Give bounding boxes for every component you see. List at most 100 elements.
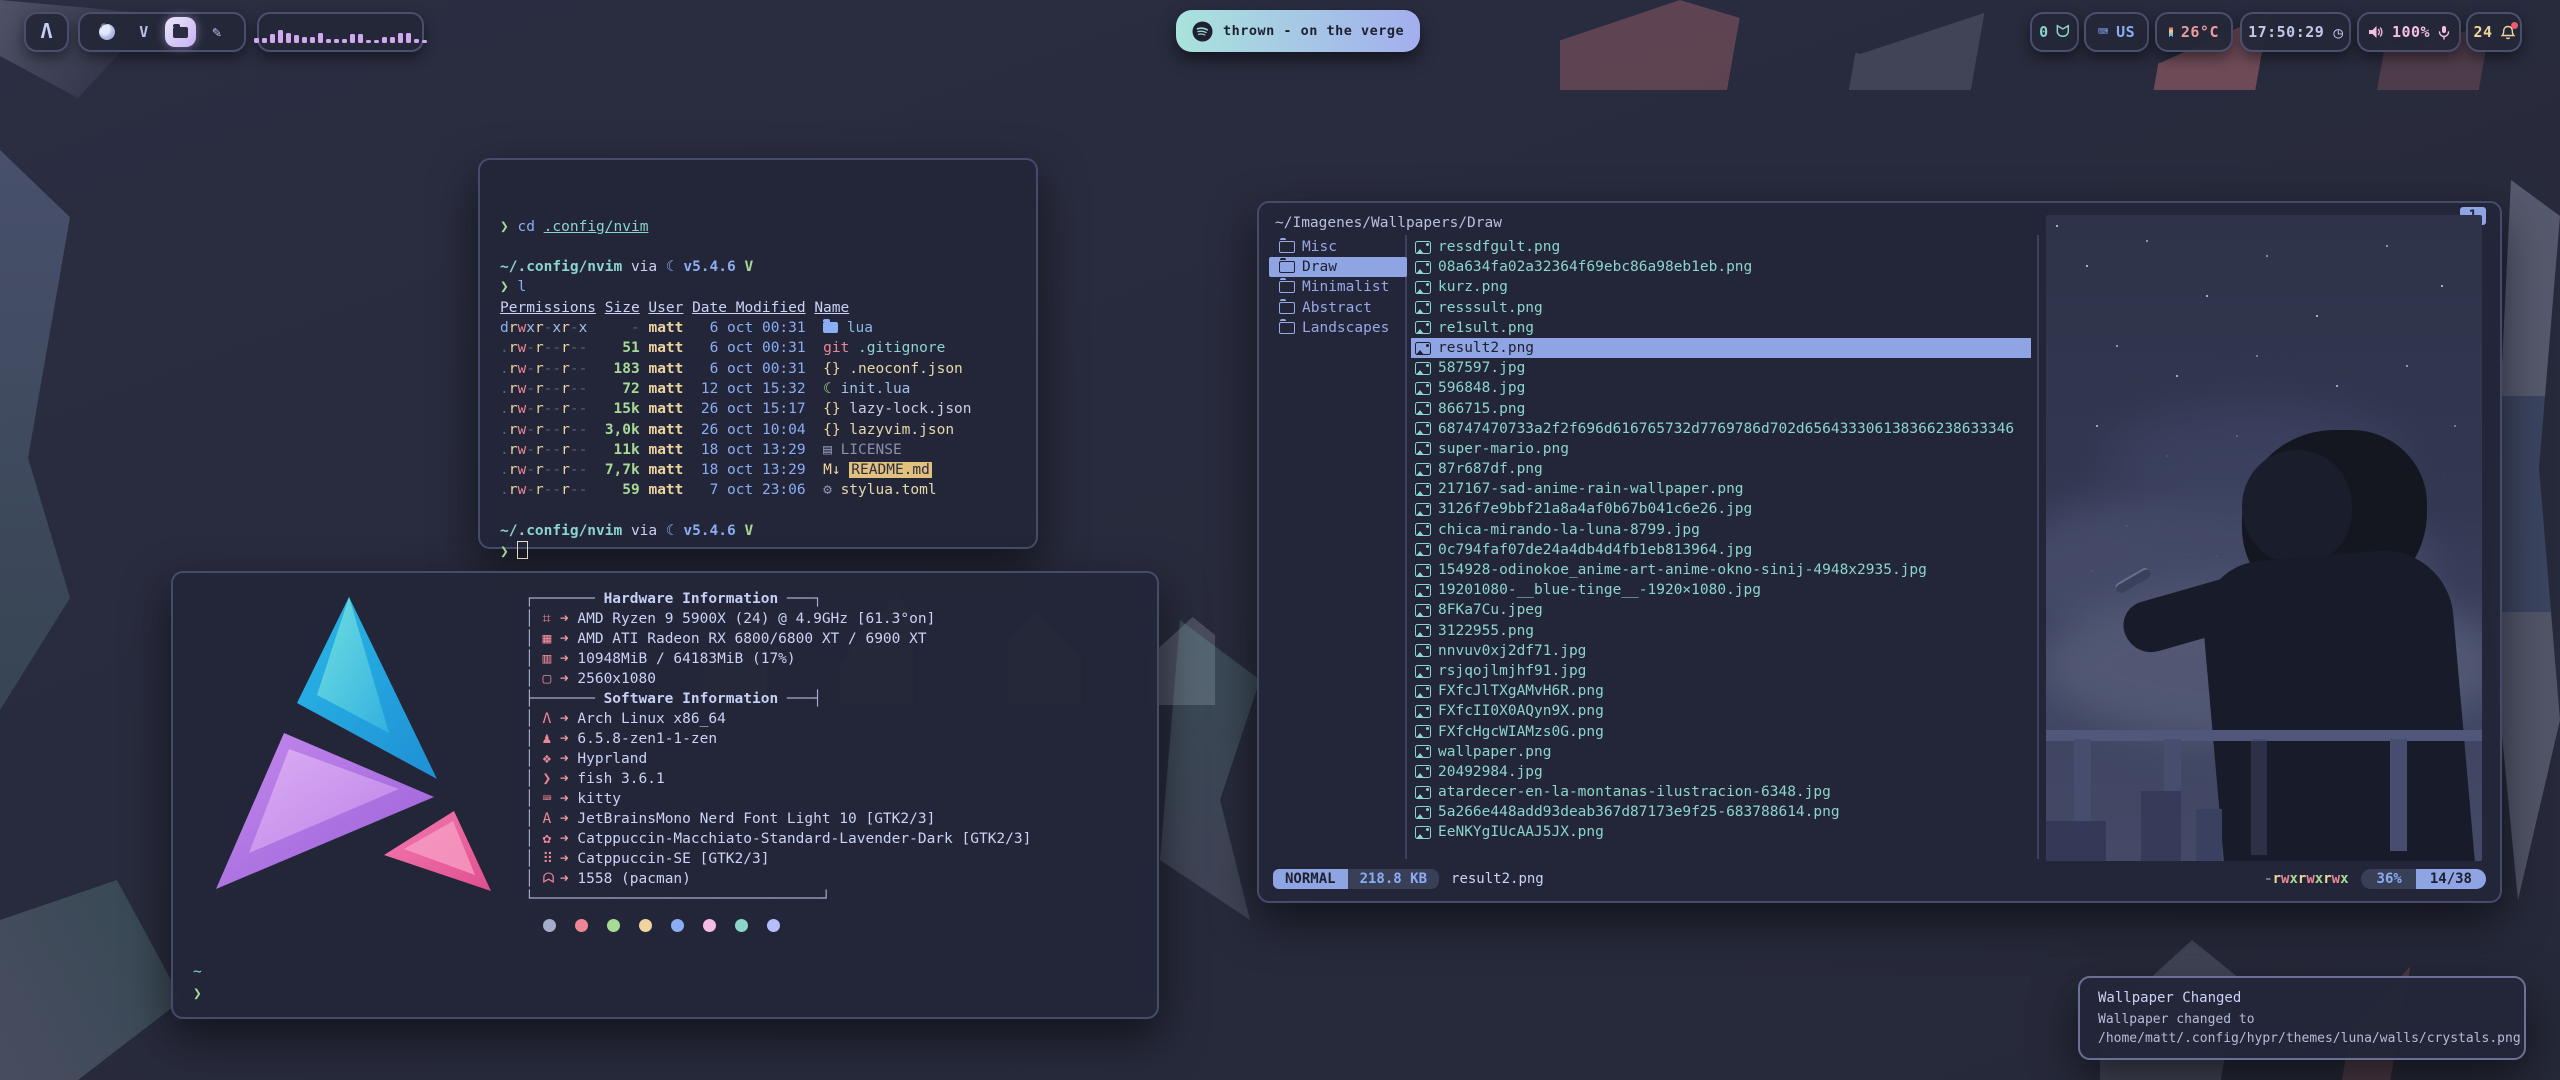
file-row[interactable]: 20492984.jpg (1411, 762, 2031, 782)
terminal-file-row[interactable]: .rw-r--r-- 183 matt 6 oct 00:31 {} .neoc… (500, 359, 1016, 379)
terminal-file-row[interactable]: .rw-r--r-- 15k matt 26 oct 15:17 {} lazy… (500, 399, 1016, 419)
fetch-info-row: │ ♟➜ 6.5.8-zen1-1-zen (525, 729, 1031, 749)
workspace-vim[interactable]: V (129, 17, 160, 47)
workspace-firefox[interactable] (92, 17, 123, 47)
octocat-icon: ᗢ (2056, 22, 2070, 42)
terminal-window[interactable]: ❯ cd .config/nvim~/.config/nvim via ☾ v5… (478, 158, 1038, 549)
fetch-info-row: │ ▢➜ 2560x1080 (525, 669, 1031, 689)
now-playing-pill[interactable]: thrown - on the verge (1176, 10, 1420, 52)
weather-module[interactable]: 26°C (2155, 12, 2233, 52)
file-name: init.lua (841, 381, 911, 397)
file-row[interactable]: super-mario.png (1411, 439, 2031, 459)
file-name: FXfcHgcWIAMzs0G.png (1438, 722, 1604, 742)
statusbar-permissions: -rwxrwxrwx (2264, 871, 2348, 887)
file-row[interactable]: result2.png (1411, 338, 2031, 358)
terminal-file-row[interactable]: drwxr-xr-x - matt 6 oct 00:31 lua (500, 318, 1016, 338)
viz-bar (294, 35, 300, 43)
workspace-brush[interactable]: ✎ (202, 17, 233, 47)
color-dot (575, 919, 588, 932)
file-row[interactable]: rsjqojlmjhf91.jpg (1411, 661, 2031, 681)
icons-icon: ⠿ (542, 849, 559, 869)
folder-open-icon (1279, 281, 1295, 293)
braces-icon: {} (823, 422, 840, 438)
viz-bar (350, 34, 356, 43)
viz-bar (334, 39, 340, 43)
sidebar-item-landscapes[interactable]: Landscapes (1269, 318, 1407, 338)
fetch-info-row: │ ❯➜ fish 3.6.1 (525, 769, 1031, 789)
railing-post (2390, 739, 2407, 851)
sidebar-item-abstract[interactable]: Abstract (1269, 298, 1407, 318)
viz-bar (254, 38, 260, 43)
terminal-file-row[interactable]: .rw-r--r-- 3,0k matt 26 oct 10:04 {} laz… (500, 420, 1016, 440)
building (2196, 809, 2222, 861)
file-name: FXfcJlTXgAMvH6R.png (1438, 681, 1604, 701)
viz-bar (302, 37, 308, 43)
github-module[interactable]: 0 ᗢ (2030, 12, 2079, 52)
terminal-file-row[interactable]: .rw-r--r-- 7,7k matt 18 oct 13:29 M↓ REA… (500, 460, 1016, 480)
file-row[interactable]: FXfcHgcWIAMzs0G.png (1411, 722, 2031, 742)
file-row[interactable]: ressdfgult.png (1411, 237, 2031, 257)
fetch-info-row: │ ❖➜ Hyprland (525, 749, 1031, 769)
workspace-folder[interactable] (165, 17, 196, 47)
file-name: 5a266e448add93deab367d87173e9f25-6837886… (1438, 802, 1840, 822)
terminal-prompt-line: ~/.config/nvim via ☾ v5.4.6 V (500, 257, 1016, 277)
launcher-button[interactable]: Λ (24, 12, 69, 52)
gpu-icon: ▦ (542, 629, 559, 649)
file-row[interactable]: EeNKYgIUcAAJ5JX.png (1411, 822, 2031, 842)
color-dot (735, 919, 748, 932)
file-row[interactable]: kurz.png (1411, 277, 2031, 297)
file-row[interactable]: 5a266e448add93deab367d87173e9f25-6837886… (1411, 802, 2031, 822)
file-row[interactable]: nnvuv0xj2df71.jpg (1411, 641, 2031, 661)
file-name: 20492984.jpg (1438, 762, 1543, 782)
notification-title: Wallpaper Changed (2098, 990, 2506, 1006)
file-row[interactable]: 87r687df.png (1411, 459, 2031, 479)
file-row[interactable]: FXfcII0X0AQyn9X.png (1411, 701, 2031, 721)
sidebar-item-minimalist[interactable]: Minimalist (1269, 277, 1407, 297)
file-row[interactable]: 217167-sad-anime-rain-wallpaper.png (1411, 479, 2031, 499)
file-row[interactable]: wallpaper.png (1411, 742, 2031, 762)
keyboard-layout-module[interactable]: ⌨ US (2084, 12, 2149, 52)
file-name: 596848.jpg (1438, 378, 1525, 398)
fetch-window[interactable]: ┌─────── Hardware Information ───┐│ ⌗➜ A… (171, 571, 1159, 1019)
wm-icon: ❖ (542, 749, 559, 769)
file-row[interactable]: chica-mirando-la-luna-8799.jpg (1411, 520, 2031, 540)
terminal-file-row[interactable]: .rw-r--r-- 59 matt 7 oct 23:06 ⚙ stylua.… (500, 480, 1016, 500)
gear-icon: ⚙ (823, 482, 832, 498)
viz-bar (270, 34, 276, 43)
file-row[interactable]: 68747470733a2f2f696d616765732d7769786d70… (1411, 419, 2031, 439)
desktop: Λ V ✎ thrown - on the verge 0 ᗢ ⌨ US 26°C… (0, 0, 2560, 1080)
notifications-module[interactable]: 24 (2466, 12, 2522, 52)
terminal-file-row[interactable]: .rw-r--r-- 72 matt 12 oct 15:32 ☾ init.l… (500, 379, 1016, 399)
notification-popup[interactable]: Wallpaper Changed Wallpaper changed to /… (2078, 976, 2526, 1060)
file-row[interactable]: 3126f7e9bbf21a8a4af0b67b041c6e26.jpg (1411, 499, 2031, 519)
terminal-blank-line (500, 237, 1016, 257)
file-row[interactable]: 19201080-__blue-tinge__-1920×1080.jpg (1411, 580, 2031, 600)
file-row[interactable]: resssult.png (1411, 298, 2031, 318)
file-row[interactable]: 3122955.png (1411, 621, 2031, 641)
image-file-icon (1415, 745, 1431, 758)
fetch-info-row: │ Λ➜ Arch Linux x86_64 (525, 709, 1031, 729)
file-row[interactable]: atardecer-en-la-montanas-ilustracion-634… (1411, 782, 2031, 802)
file-row[interactable]: 08a634fa02a32364f69ebc86a98eb1eb.png (1411, 257, 2031, 277)
spotify-icon (1192, 21, 1213, 42)
image-file-icon (1415, 806, 1431, 819)
terminal-file-row[interactable]: .rw-r--r-- 51 matt 6 oct 00:31 git .giti… (500, 338, 1016, 358)
audio-module[interactable]: 100% (2357, 12, 2461, 52)
file-row[interactable]: 8FKa7Cu.jpeg (1411, 600, 2031, 620)
prompt-path: ~ (193, 961, 202, 983)
file-row[interactable]: 0c794faf07de24a4db4d4fb1eb813964.jpg (1411, 540, 2031, 560)
color-dot (639, 919, 652, 932)
terminal-file-row[interactable]: .rw-r--r-- 11k matt 18 oct 13:29 ▤ LICEN… (500, 440, 1016, 460)
file-row[interactable]: 866715.png (1411, 399, 2031, 419)
viz-bar (374, 40, 380, 43)
file-row[interactable]: FXfcJlTXgAMvH6R.png (1411, 681, 2031, 701)
sidebar-item-draw[interactable]: Draw (1269, 257, 1407, 277)
file-row[interactable]: 596848.jpg (1411, 378, 2031, 398)
file-row[interactable]: re1sult.png (1411, 318, 2031, 338)
file-row[interactable]: 154928-odinokoe_anime-art-anime-okno-sin… (1411, 560, 2031, 580)
image-file-icon (1415, 402, 1431, 415)
file-manager-window[interactable]: ~/Imagenes/Wallpapers/Draw 1 MiscDrawMin… (1257, 201, 2502, 903)
clock-module[interactable]: 17:50:29 ◷ (2240, 12, 2351, 52)
file-row[interactable]: 587597.jpg (1411, 358, 2031, 378)
sidebar-item-misc[interactable]: Misc (1269, 237, 1407, 257)
